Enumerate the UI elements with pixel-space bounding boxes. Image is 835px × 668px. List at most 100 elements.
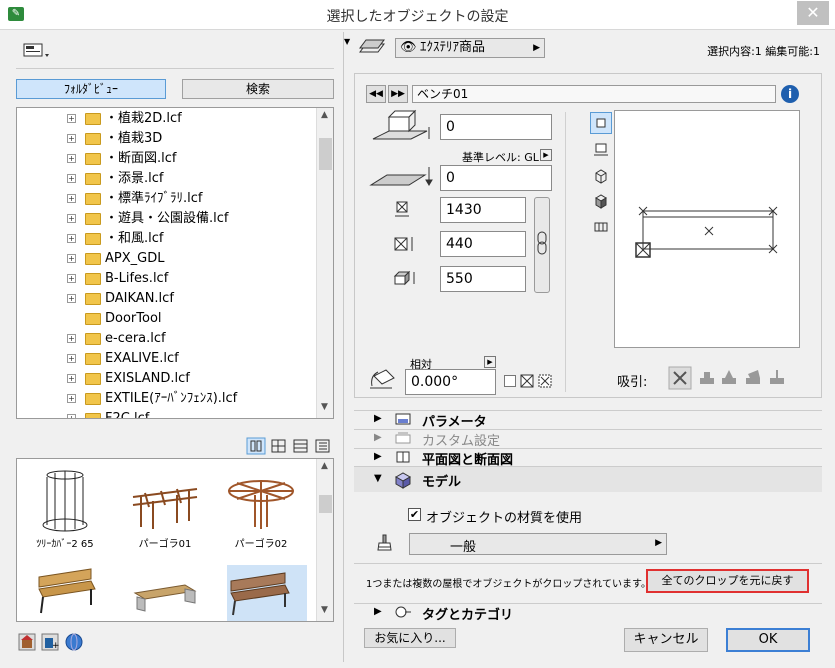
tree-item[interactable]: DoorTool xyxy=(17,309,317,329)
depth-input[interactable]: 440 xyxy=(440,231,526,257)
elevation-icon xyxy=(371,109,433,149)
thumbnail-item[interactable] xyxy=(125,565,205,621)
tree-item[interactable]: + EXISLAND.lcf xyxy=(17,369,317,389)
object-name-field[interactable]: ベンチ01 xyxy=(412,85,776,103)
angle-mode-dropdown[interactable]: ▶ xyxy=(484,356,496,368)
use-material-checkbox[interactable]: ✔ xyxy=(408,508,421,521)
thumbnail-item[interactable] xyxy=(25,565,105,621)
object-thumbnails[interactable]: ﾂﾘｰｶﾊﾞｰ2 65 パーゴラ01 パーゴラ02 ▲ ▼ xyxy=(16,458,334,622)
tree-item[interactable]: + EXTILE(ｱｰﾊﾞﾝﾌｪﾝｽ).lcf xyxy=(17,389,317,409)
tree-item[interactable]: + ・植栽2D.lcf xyxy=(17,109,317,129)
next-object-button[interactable]: ▶▶ xyxy=(388,85,408,103)
parameters-icon xyxy=(394,412,412,426)
mirror-dashed-icon[interactable] xyxy=(538,374,552,388)
view-details-icon[interactable] xyxy=(314,437,334,455)
cancel-button[interactable]: キャンセル xyxy=(624,628,708,652)
snap-center-icon[interactable] xyxy=(698,367,718,389)
preview-plan-button[interactable] xyxy=(590,112,612,134)
section-model[interactable]: ▼ モデル xyxy=(354,466,822,492)
preview-section-button[interactable] xyxy=(591,140,611,160)
snap-label: 吸引: xyxy=(617,375,648,390)
view-menu-icon[interactable] xyxy=(22,42,50,60)
tree-item[interactable]: + ・断面図.lcf xyxy=(17,149,317,169)
tree-item[interactable]: + APX_GDL xyxy=(17,249,317,269)
globe-icon[interactable] xyxy=(66,632,84,652)
tree-item[interactable]: + ・添景.lcf xyxy=(17,169,317,189)
offset-input[interactable]: 0 xyxy=(440,165,552,191)
collapse-arrow-icon[interactable]: ▼ xyxy=(344,37,350,46)
model-cube-icon xyxy=(392,469,414,491)
snap-point-icon[interactable] xyxy=(768,367,790,389)
restore-crop-button[interactable]: 全てのクロップを元に戻す xyxy=(646,569,809,593)
thumbnail-item-selected[interactable] xyxy=(227,565,307,621)
scroll-up-icon[interactable]: ▲ xyxy=(321,110,328,120)
angle-input[interactable]: 0.000° xyxy=(405,369,496,395)
scroll-down-icon[interactable]: ▼ xyxy=(321,605,328,615)
category-label: ｴｸｽﾃﾘｱ商品 xyxy=(420,40,486,55)
scroll-down-icon[interactable]: ▼ xyxy=(321,402,328,412)
tab-folder-view[interactable]: ﾌｫﾙﾀﾞﾋﾞｭｰ xyxy=(16,79,166,99)
window-title: 選択したオブジェクトの設定 xyxy=(326,9,509,25)
tree-item[interactable]: + DAIKAN.lcf xyxy=(17,289,317,309)
tree-item[interactable]: + EXALIVE.lcf xyxy=(17,349,317,369)
snap-slope-icon[interactable] xyxy=(744,367,764,389)
section-parameters[interactable]: ▶ パラメータ xyxy=(354,410,822,430)
cube-solid-icon xyxy=(595,194,607,209)
mirror-checkbox[interactable] xyxy=(504,375,516,387)
chevron-right-icon: ▶ xyxy=(655,538,662,548)
thumbnail-scrollbar[interactable]: ▲ ▼ xyxy=(316,459,333,621)
material-dropdown[interactable]: 一般 ▶ xyxy=(409,533,667,555)
view-large-icon[interactable] xyxy=(246,437,266,455)
thumbnail-item[interactable]: ﾂﾘｰｶﾊﾞｰ2 65 xyxy=(25,467,105,550)
preview-canvas xyxy=(614,110,800,348)
width-input[interactable]: 1430 xyxy=(440,197,526,223)
view-list-icon[interactable] xyxy=(292,437,312,455)
chain-link-icon xyxy=(537,231,547,255)
tab-search[interactable]: 検索 xyxy=(182,79,334,99)
thumbnail-item[interactable]: パーゴラ02 xyxy=(221,467,301,550)
tree-item[interactable]: + ・植栽3D xyxy=(17,129,317,149)
tree-item[interactable]: + F2C.lcf xyxy=(17,409,317,418)
library-tree[interactable]: + ・植栽2D.lcf + ・植栽3D + ・断面図.lcf + ・添景.lcf + ・標… xyxy=(16,107,334,419)
tree-item[interactable]: + B-Lifes.lcf xyxy=(17,269,317,289)
preview-3d-solid-button[interactable] xyxy=(591,191,611,211)
section-label: カスタム設定 xyxy=(422,434,501,449)
vertical-separator xyxy=(565,112,566,392)
category-dropdown[interactable]: 👁 ｴｸｽﾃﾘｱ商品 ▶ xyxy=(395,38,545,58)
tree-scrollbar[interactable]: ▲ ▼ xyxy=(316,108,333,418)
height-input[interactable]: 550 xyxy=(440,266,526,292)
thumbnail-label: パーゴラ01 xyxy=(138,539,192,550)
tree-item[interactable]: + ・和風.lcf xyxy=(17,229,317,249)
scroll-up-icon[interactable]: ▲ xyxy=(321,461,328,471)
close-button[interactable]: ✕ xyxy=(797,1,829,25)
snap-none-icon[interactable] xyxy=(669,367,691,389)
tree-item[interactable]: + ・遊具・公園設備.lcf xyxy=(17,209,317,229)
base-level-dropdown[interactable]: ▶ xyxy=(540,149,552,161)
elevation-input[interactable]: 0 xyxy=(440,114,552,140)
section-plan-and-section[interactable]: ▶ 平面図と断面図 xyxy=(354,448,822,468)
info-icon[interactable]: i xyxy=(781,85,799,103)
thumbnail-item[interactable]: パーゴラ01 xyxy=(125,467,205,550)
pergola-round-icon xyxy=(228,480,294,529)
object-tool-icon xyxy=(358,38,388,58)
tree-item[interactable]: + ・標準ﾗｲﾌﾞﾗﾘ.lcf xyxy=(17,189,317,209)
proportion-lock-button[interactable] xyxy=(534,197,550,293)
ok-button[interactable]: OK xyxy=(726,628,810,652)
add-library-icon[interactable] xyxy=(42,632,60,652)
view-grid-icon[interactable] xyxy=(270,437,290,455)
section-custom-settings[interactable]: ▶ カスタム設定 xyxy=(354,429,822,449)
prev-object-button[interactable]: ◀◀ xyxy=(366,85,386,103)
preview-3d-wire-button[interactable] xyxy=(591,166,611,186)
separator xyxy=(354,563,822,564)
preview-elevation-button[interactable] xyxy=(591,217,611,237)
snap-top-icon[interactable] xyxy=(720,367,740,389)
section-view-icon xyxy=(594,143,608,156)
bench-selected-icon xyxy=(230,572,290,616)
favorites-button[interactable]: お気に入り... xyxy=(364,628,456,648)
tree-item[interactable]: + e-cera.lcf xyxy=(17,329,317,349)
scroll-thumb[interactable] xyxy=(319,138,332,170)
scroll-thumb[interactable] xyxy=(319,495,332,513)
section-tags-categories[interactable]: ▶ タグとカテゴリ xyxy=(354,603,822,623)
mirror-icon xyxy=(520,374,534,388)
library-manager-icon[interactable] xyxy=(18,632,36,652)
